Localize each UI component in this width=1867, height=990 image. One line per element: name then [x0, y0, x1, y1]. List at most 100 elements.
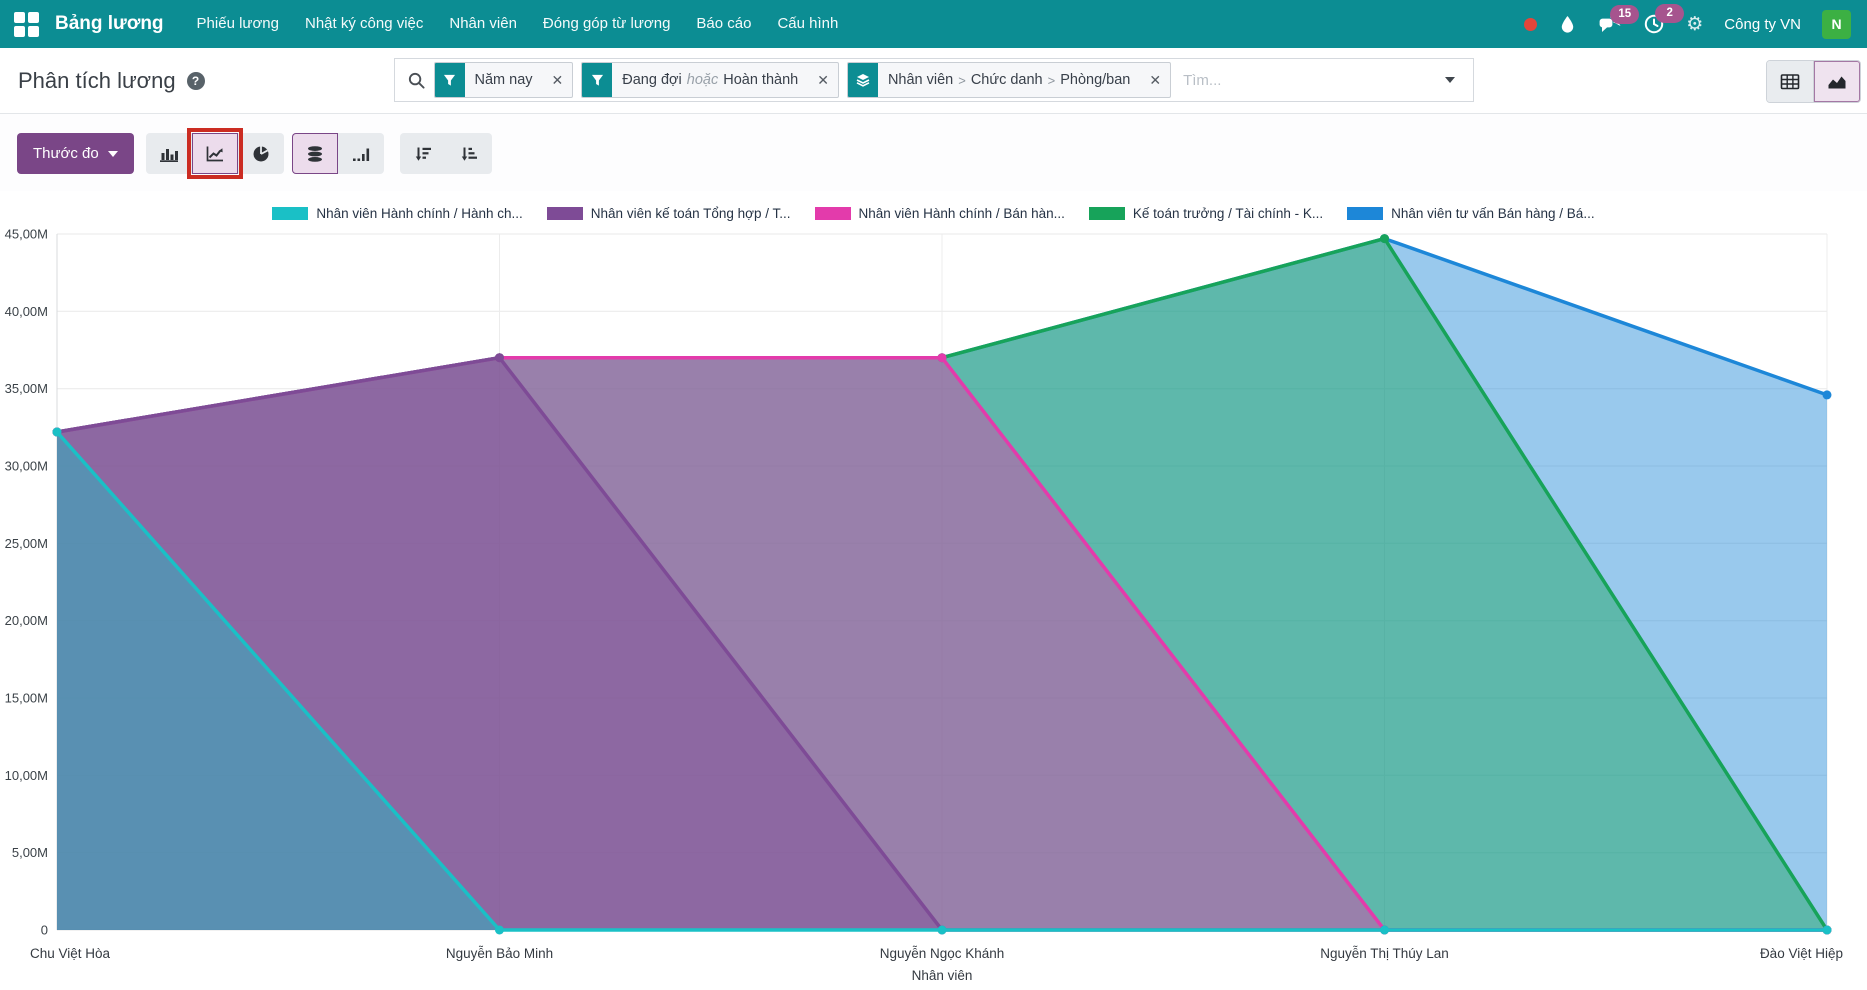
legend-item-3[interactable]: Kế toán trưởng / Tài chính - K...: [1089, 206, 1323, 221]
measures-button[interactable]: Thước đo: [17, 133, 134, 174]
sort-ascending-button[interactable]: [446, 133, 492, 174]
facet-label: Hoàn thành: [723, 72, 798, 88]
app-name[interactable]: Bảng lương: [55, 13, 164, 35]
legend-item-4[interactable]: Nhân viên tư vấn Bán hàng / Bá...: [1347, 206, 1594, 221]
user-avatar[interactable]: N: [1822, 10, 1851, 39]
x-tick-label: Nguyễn Bảo Minh: [446, 946, 553, 961]
facet-operator: hoặc: [687, 72, 718, 88]
y-tick-label: 25,00M: [5, 536, 48, 551]
settings-gears-icon[interactable]: ⚙: [1686, 13, 1703, 36]
legend-label: Nhân viên Hành chính / Hành ch...: [316, 206, 522, 221]
facet-label: Năm nay: [475, 72, 533, 88]
menu-item-phieu-luong[interactable]: Phiếu lương: [184, 0, 292, 48]
filter-facet-trang-thai: Đang đợi hoặc Hoàn thành ✕: [581, 62, 839, 98]
data-point[interactable]: [1380, 234, 1389, 243]
filter-icon: [435, 63, 465, 97]
apps-menu-icon[interactable]: [14, 12, 39, 37]
activities-badge: 2: [1655, 4, 1684, 23]
chart-type-bar-button[interactable]: [146, 133, 192, 174]
stacked-group: [292, 133, 384, 174]
x-tick-label: Đào Việt Hiệp: [1760, 946, 1843, 961]
chart-type-group: [146, 133, 284, 174]
sort-descending-button[interactable]: [400, 133, 446, 174]
data-point[interactable]: [495, 353, 504, 362]
data-point[interactable]: [495, 926, 504, 935]
search-options-caret[interactable]: [1427, 77, 1473, 83]
groupby-facet: Nhân viên > Chức danh > Phòng/ban ✕: [847, 62, 1171, 98]
legend-label: Nhân viên Hành chính / Bán hàn...: [859, 206, 1065, 221]
company-menu[interactable]: Công ty VN: [1724, 16, 1801, 33]
y-tick-label: 5,00M: [12, 845, 48, 860]
facet-label: Phòng/ban: [1060, 72, 1130, 88]
facet-separator: >: [1048, 73, 1056, 88]
facet-label: Nhân viên: [888, 72, 953, 88]
page-title: Phân tích lương: [18, 68, 176, 94]
messages-icon[interactable]: 15: [1598, 14, 1622, 34]
data-point[interactable]: [1380, 926, 1389, 935]
data-point[interactable]: [938, 353, 947, 362]
legend-item-0[interactable]: Nhân viên Hành chính / Hành ch...: [272, 206, 522, 221]
remove-facet-button[interactable]: ✕: [543, 63, 573, 97]
legend-label: Nhân viên tư vấn Bán hàng / Bá...: [1391, 206, 1594, 221]
droplet-icon[interactable]: [1558, 15, 1577, 34]
data-point[interactable]: [938, 926, 947, 935]
data-point[interactable]: [53, 428, 62, 437]
stacked-toggle-button[interactable]: [292, 133, 338, 174]
remove-facet-button[interactable]: ✕: [808, 63, 838, 97]
pivot-view-button[interactable]: [1767, 61, 1814, 102]
navbar-systray: 15 2 ⚙ Công ty VN N: [1524, 10, 1851, 39]
legend-swatch: [1347, 207, 1383, 220]
search-input[interactable]: [1171, 72, 1426, 89]
chart-type-line-button[interactable]: [192, 133, 238, 174]
search-bar[interactable]: Năm nay ✕ Đang đợi hoặc Hoàn thành ✕: [394, 58, 1474, 102]
cumulative-toggle-button[interactable]: [338, 133, 384, 174]
graph-view-button[interactable]: [1814, 61, 1860, 102]
y-tick-label: 30,00M: [5, 459, 48, 474]
chart-type-pie-button[interactable]: [238, 133, 284, 174]
y-tick-label: 15,00M: [5, 691, 48, 706]
x-tick-label: Nguyễn Thị Thúy Lan: [1320, 946, 1449, 961]
y-tick-label: 35,00M: [5, 381, 48, 396]
facet-label: Đang đợi: [622, 72, 682, 88]
main-menu: Phiếu lương Nhật ký công việc Nhân viên …: [184, 0, 852, 48]
control-panel: Phân tích lương ? Năm nay ✕ Đang đợi hoặ…: [0, 48, 1867, 114]
legend-swatch: [547, 207, 583, 220]
sort-group: [400, 133, 492, 174]
menu-item-bao-cao[interactable]: Báo cáo: [683, 0, 764, 48]
legend-label: Kế toán trưởng / Tài chính - K...: [1133, 206, 1323, 221]
facet-separator: >: [958, 73, 966, 88]
facet-label: Chức danh: [971, 72, 1043, 88]
legend-item-2[interactable]: Nhân viên Hành chính / Bán hàn...: [815, 206, 1065, 221]
legend-label: Nhân viên kế toán Tổng hợp / T...: [591, 206, 791, 221]
y-tick-label: 40,00M: [5, 304, 48, 319]
activities-clock-icon[interactable]: 2: [1643, 13, 1665, 35]
remove-facet-button[interactable]: ✕: [1140, 63, 1170, 97]
legend-swatch: [815, 207, 851, 220]
chart-legend: Nhân viên Hành chính / Hành ch... Nhân vi…: [0, 203, 1867, 223]
y-tick-label: 10,00M: [5, 768, 48, 783]
menu-item-nhat-ky-cong-viec[interactable]: Nhật ký công việc: [292, 0, 436, 48]
graph-toolbar: Thước đo: [0, 114, 1867, 191]
legend-item-1[interactable]: Nhân viên kế toán Tổng hợp / T...: [547, 206, 791, 221]
top-navbar: Bảng lương Phiếu lương Nhật ký công việc…: [0, 0, 1867, 48]
y-tick-label: 45,00M: [5, 227, 48, 242]
red-status-dot: [1524, 18, 1537, 31]
x-axis-title: Nhân viên: [912, 968, 973, 983]
filter-facet-nam-nay: Năm nay ✕: [434, 62, 574, 98]
layers-icon: [848, 63, 878, 97]
y-tick-label: 0: [41, 923, 48, 938]
legend-swatch: [272, 207, 308, 220]
y-tick-label: 20,00M: [5, 613, 48, 628]
data-point[interactable]: [1823, 390, 1832, 399]
search-icon: [407, 71, 426, 90]
data-point[interactable]: [1823, 926, 1832, 935]
x-tick-label: Nguyễn Ngọc Khánh: [880, 946, 1005, 961]
caret-down-icon: [108, 151, 118, 157]
x-tick-label: Chu Việt Hòa: [30, 946, 111, 961]
salary-area-chart: 0 5,00M 10,00M 15,00M 20,00M 25,00M 30,00M 35,0…: [0, 223, 1867, 990]
menu-item-nhan-vien[interactable]: Nhân viên: [436, 0, 530, 48]
help-icon[interactable]: ?: [187, 72, 205, 90]
menu-item-cau-hinh[interactable]: Cấu hình: [764, 0, 851, 48]
view-switcher: [1766, 60, 1861, 103]
menu-item-dong-gop-tu-luong[interactable]: Đóng góp từ lương: [530, 0, 684, 48]
